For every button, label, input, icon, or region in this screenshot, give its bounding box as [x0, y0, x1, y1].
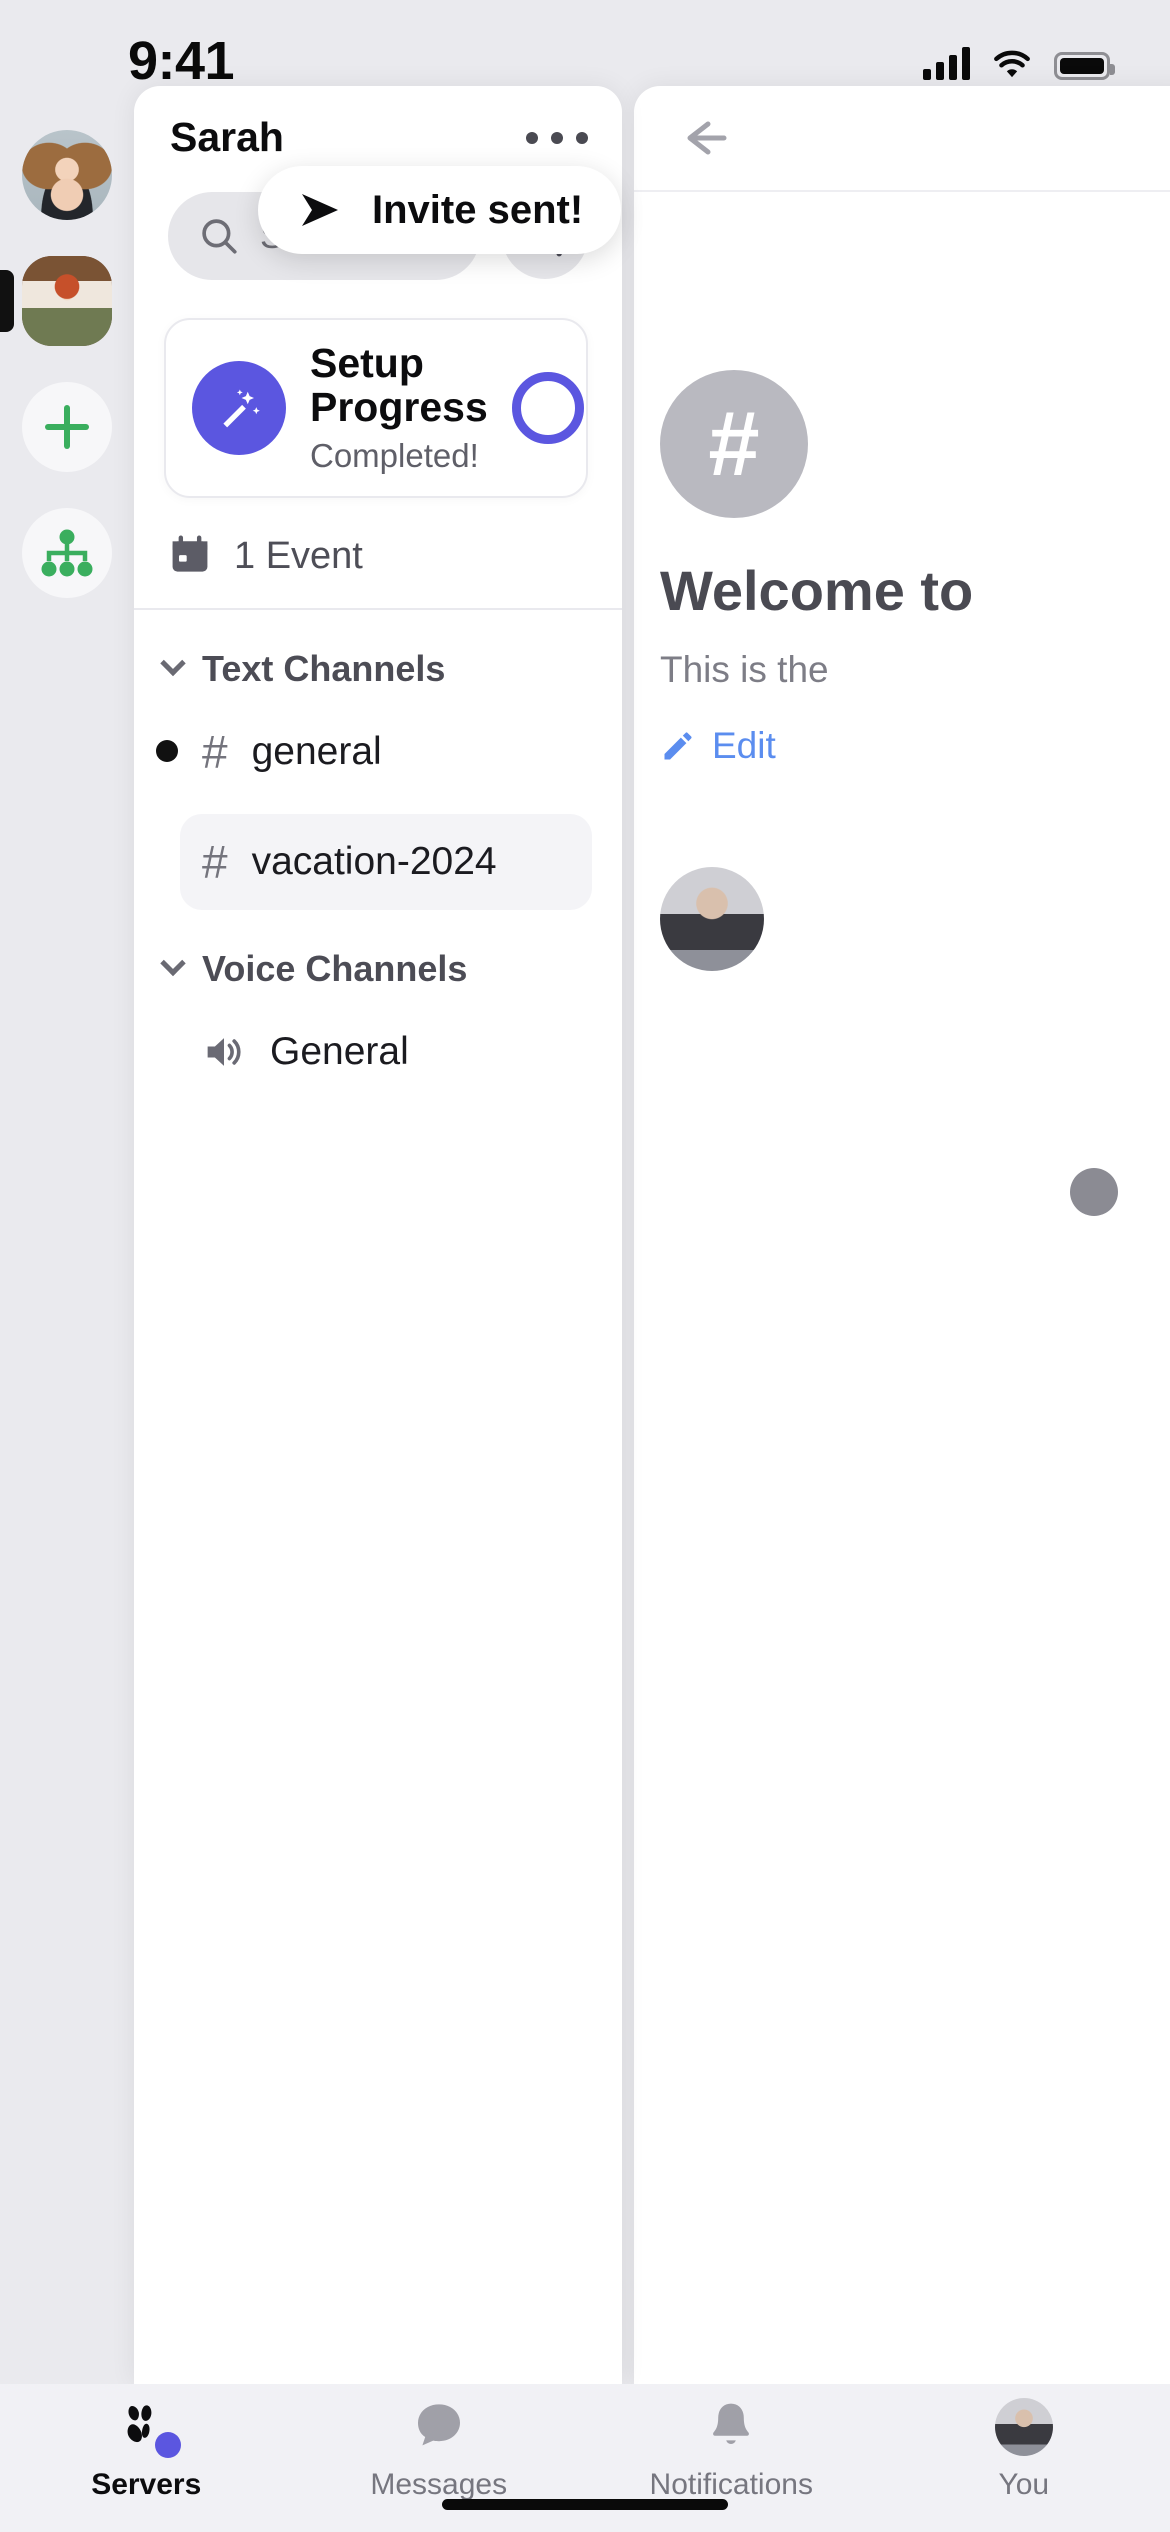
progress-ring [511, 372, 584, 444]
channel-item-vacation-2024[interactable]: # vacation-2024 [180, 814, 592, 910]
tab-you[interactable]: You [878, 2398, 1170, 2502]
channel-item-voice-general[interactable]: General [180, 1004, 592, 1100]
hash-icon: # [202, 836, 228, 888]
more-horizontal-icon[interactable] [526, 132, 588, 144]
welcome-subtitle: This is the [660, 649, 829, 690]
profile-avatar-icon [993, 2398, 1055, 2456]
section-header[interactable]: Text Channels [160, 648, 622, 690]
message-avatar [660, 867, 764, 971]
server-icon [22, 256, 112, 346]
channel-name: General [270, 1030, 409, 1073]
chevron-right-icon [618, 389, 622, 427]
magic-wand-icon [192, 361, 286, 455]
section-title: Text Channels [202, 648, 446, 689]
add-server-button[interactable] [22, 382, 112, 472]
explore-servers-button[interactable] [22, 508, 112, 598]
tab-servers[interactable]: Servers [0, 2398, 293, 2502]
channel-item-general[interactable]: # general [156, 704, 592, 800]
channel-drawer: Sarah Search [134, 86, 622, 2384]
channel-name: vacation-2024 [251, 840, 497, 883]
section-header[interactable]: Voice Channels [160, 948, 622, 990]
status-bar-time: 9:41 [128, 31, 235, 91]
hash-icon: # [660, 370, 808, 518]
chevron-down-icon [160, 950, 186, 977]
events-row[interactable]: 1 Event [134, 498, 622, 608]
toast-message: Invite sent! [372, 187, 584, 232]
tab-messages[interactable]: Messages [293, 2398, 586, 2502]
hash-icon: # [202, 726, 228, 778]
content-header [634, 86, 1170, 192]
status-badge [155, 2432, 182, 2458]
server-rail [0, 130, 134, 2384]
avatar [22, 130, 112, 220]
section-voice-channels: Voice Channels General [134, 910, 622, 1100]
channel-welcome: # Welcome to This is the Edit [634, 192, 1170, 971]
servers-icon [115, 2398, 182, 2458]
tab-label: Notifications [649, 2468, 813, 2501]
avatar [994, 2398, 1053, 2456]
edit-channel-label: Edit [712, 725, 776, 766]
section-text-channels: Text Channels # general # vacation-2024 [134, 610, 622, 910]
speaker-icon [207, 1038, 241, 1066]
setup-progress-card[interactable]: Setup Progress Completed! [164, 318, 622, 498]
tab-label: You [998, 2468, 1050, 2501]
send-arrow-icon [302, 194, 338, 226]
sidebar-item-active-server[interactable] [0, 256, 112, 346]
arrow-left-icon[interactable] [678, 116, 736, 160]
plus-icon [45, 405, 89, 449]
calendar-icon [172, 535, 208, 572]
setup-progress-title: Setup Progress [310, 339, 488, 430]
section-title: Voice Channels [202, 948, 468, 989]
edit-channel-link[interactable]: Edit [660, 725, 1170, 767]
channel-name: general [251, 730, 382, 773]
network-tree-icon [41, 529, 93, 577]
phone-screen: 9:41 # Welcome to This is the Edit Sarah… [0, 0, 1170, 2532]
events-label: 1 Event [234, 534, 363, 577]
tab-label: Servers [91, 2468, 202, 2501]
chevron-down-icon [160, 650, 186, 677]
search-icon [202, 219, 237, 254]
cellular-signal-icon [923, 46, 970, 80]
tab-label: Messages [370, 2468, 508, 2501]
status-bar-icons [923, 46, 1115, 80]
sidebar-item-user-avatar-server[interactable] [22, 130, 112, 220]
welcome-title: Welcome to [660, 559, 974, 622]
unread-indicator [156, 740, 178, 762]
bell-icon [700, 2398, 762, 2456]
wifi-icon [994, 50, 1030, 78]
tab-notifications[interactable]: Notifications [585, 2398, 878, 2502]
floating-indicator-dot [1070, 1168, 1118, 1216]
setup-progress-subtitle: Completed! [310, 437, 479, 475]
server-title: Sarah [170, 114, 284, 160]
pencil-icon [664, 732, 692, 760]
chat-bubble-icon [408, 2398, 470, 2456]
active-server-indicator [0, 270, 14, 332]
home-indicator [442, 2499, 728, 2510]
invite-sent-toast: Invite sent! [258, 166, 622, 254]
channel-content-panel: # Welcome to This is the Edit [634, 86, 1170, 2384]
battery-icon [1054, 52, 1115, 80]
